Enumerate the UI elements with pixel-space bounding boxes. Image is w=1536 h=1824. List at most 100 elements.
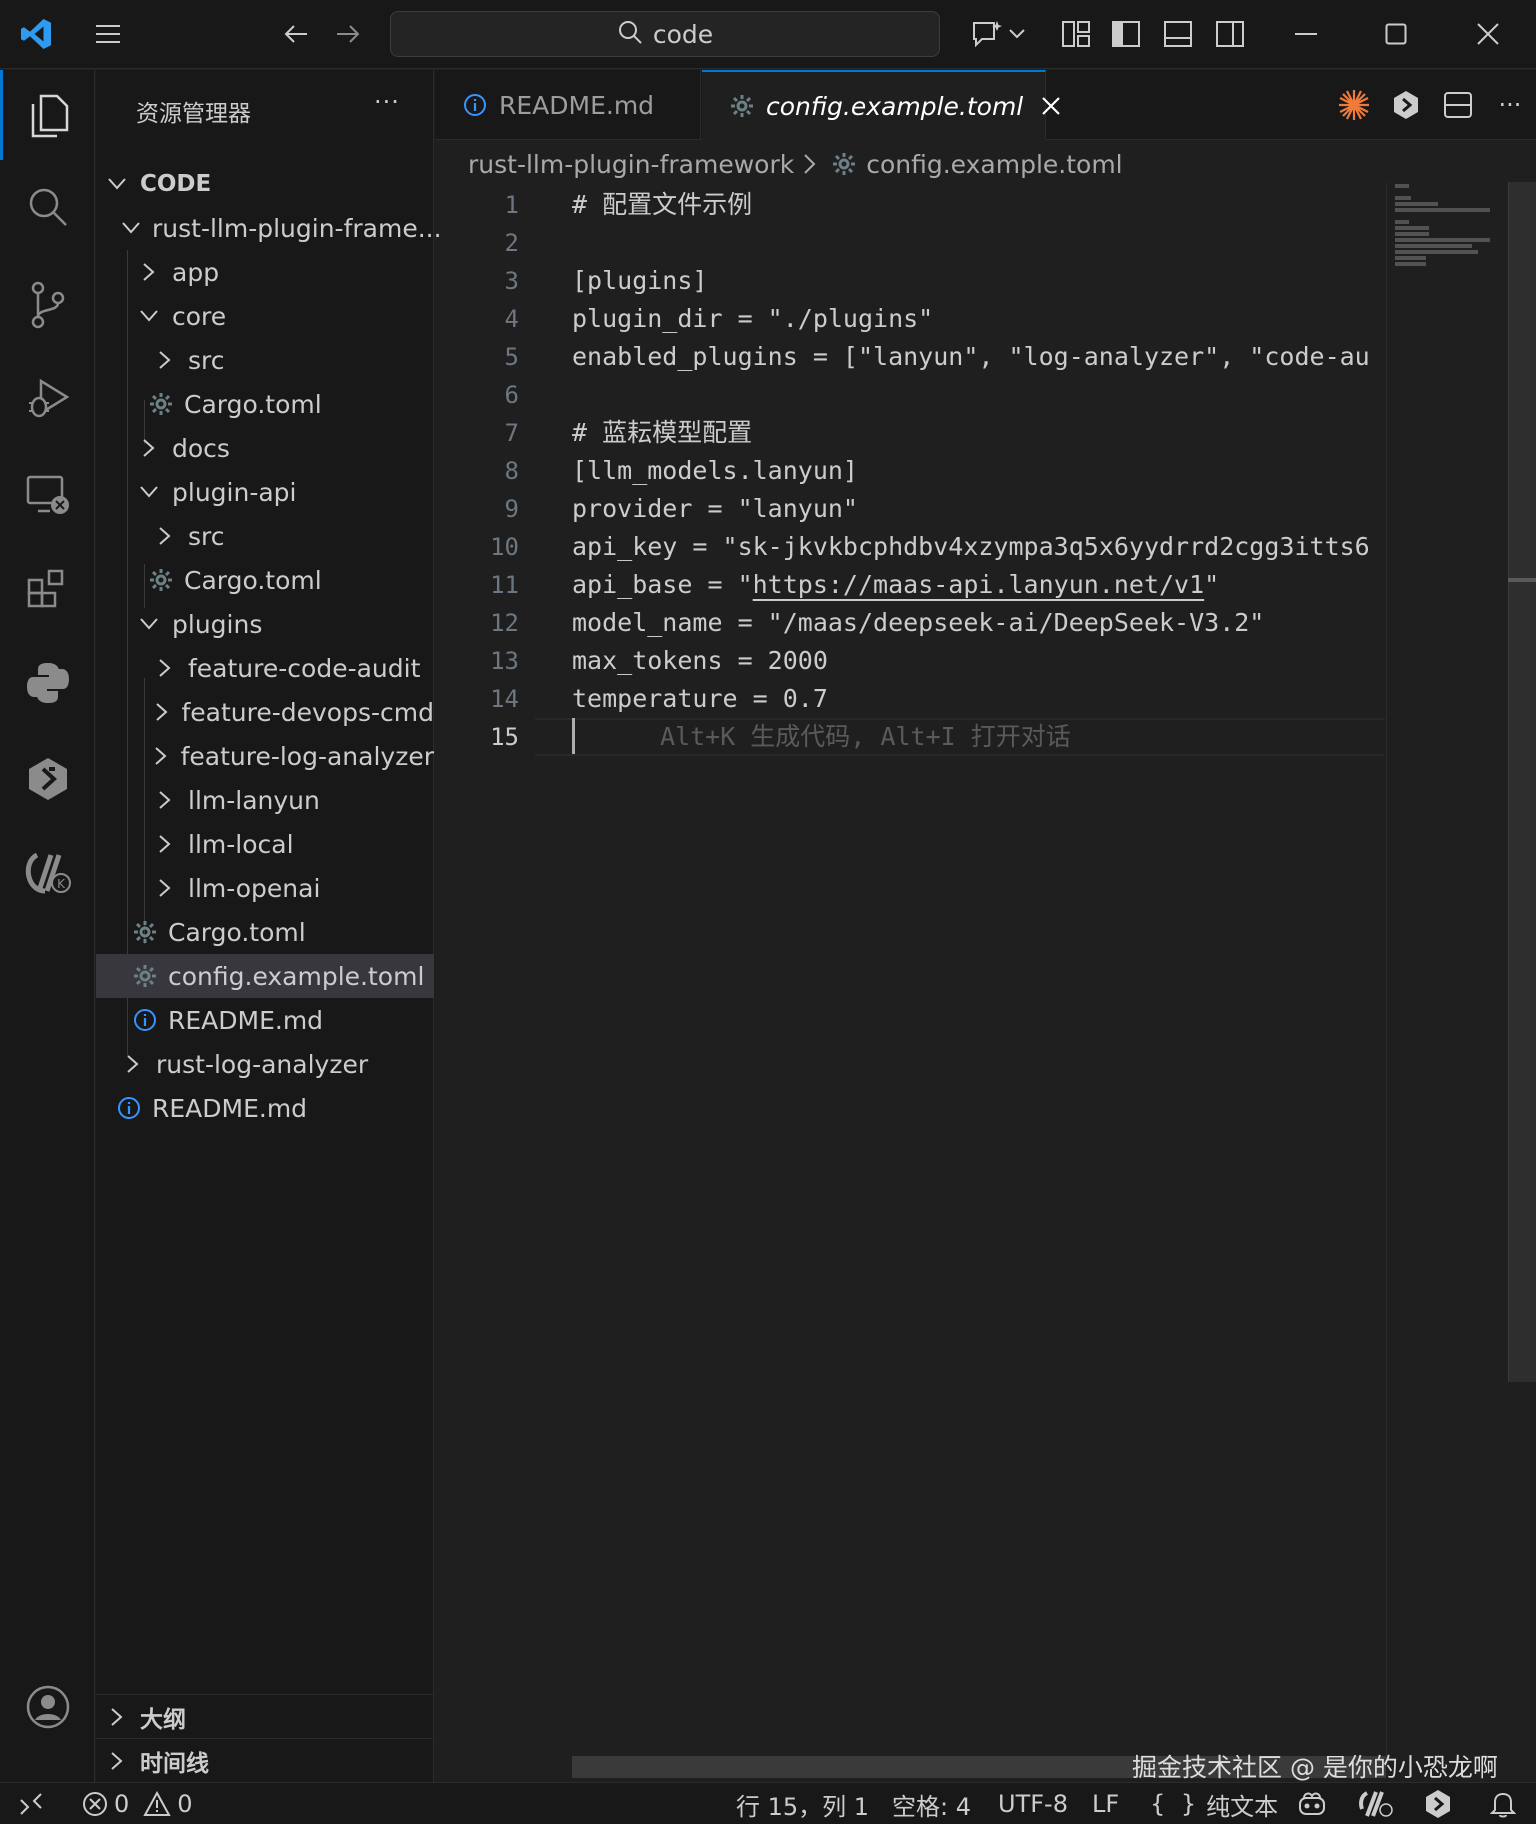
toml-gear-icon (148, 568, 174, 592)
tree-item-label: README.md (168, 1005, 324, 1035)
explorer-icon[interactable] (0, 70, 95, 160)
cursor-position[interactable]: 行 15，列 1 (736, 1783, 869, 1824)
tree-file[interactable]: config.example.toml (96, 954, 434, 998)
copilot-chat-icon[interactable] (964, 12, 1010, 56)
tree-file[interactable]: Cargo.toml (96, 910, 434, 954)
tree-item-label: src (188, 345, 225, 375)
more-actions-icon[interactable]: ··· (374, 88, 400, 116)
line-number: 3 (504, 267, 519, 295)
minimap-line (1395, 250, 1478, 254)
code-editor[interactable]: # 配置文件示例 [plugins] plugin_dir = "./plugins… (572, 186, 1386, 756)
python-icon[interactable] (0, 638, 95, 728)
line-number: 1 (504, 191, 519, 219)
account-icon[interactable] (0, 1662, 95, 1752)
sidebar-title: 资源管理器 (136, 101, 251, 127)
remote-explorer-icon[interactable] (0, 450, 95, 540)
workspace-root[interactable]: CODE (96, 162, 434, 206)
vertical-scrollbar[interactable] (1508, 182, 1536, 1382)
tree-folder[interactable]: llm-local (96, 822, 434, 866)
close-tab-icon[interactable] (1041, 96, 1061, 116)
tree-folder[interactable]: src (96, 514, 434, 558)
chevron-down-icon[interactable] (1006, 14, 1028, 54)
tree-item-label: docs (172, 433, 230, 463)
minimize-icon[interactable] (1284, 14, 1328, 54)
customize-layout-icon[interactable] (1054, 14, 1098, 54)
tree-file[interactable]: README.md (96, 998, 434, 1042)
tree-folder[interactable]: feature-code-audit (96, 646, 434, 690)
tree-folder[interactable]: rust-log-analyzer (96, 1042, 434, 1086)
tree-item-label: feature-devops-cmd (181, 697, 434, 727)
kilo-code-icon[interactable]: K (0, 828, 95, 918)
tree-folder[interactable]: llm-openai (96, 866, 434, 910)
more-actions-icon[interactable]: ··· (1484, 70, 1536, 140)
tree-folder[interactable]: feature-devops-cmd (96, 690, 434, 734)
code-line: api_base = "https://maas-api.lanyun.net/… (572, 570, 1220, 599)
notifications-bell-icon[interactable] (1490, 1783, 1516, 1824)
tree-folder[interactable]: core (96, 294, 434, 338)
breadcrumb-file[interactable]: config.example.toml (866, 150, 1122, 179)
code-line: [llm_models.lanyun] (572, 456, 858, 485)
error-count: 0 (114, 1790, 130, 1818)
line-number: 14 (490, 685, 519, 713)
tree-file[interactable]: Cargo.toml (96, 382, 434, 426)
tree-folder[interactable]: llm-lanyun (96, 778, 434, 822)
kilo-code-icon[interactable] (1358, 1783, 1394, 1824)
outline-section[interactable]: 大纲 (96, 1694, 434, 1738)
maximize-icon[interactable] (1374, 14, 1418, 54)
toggle-secondary-sidebar-icon[interactable] (1208, 14, 1252, 54)
tree-folder[interactable]: app (96, 250, 434, 294)
copilot-status-icon[interactable] (1296, 1783, 1328, 1824)
chevron-right-icon (154, 747, 169, 765)
workspace-root-label: CODE (140, 171, 212, 197)
minimap-line (1395, 184, 1410, 188)
toml-gear-icon (730, 94, 754, 118)
command-center-search[interactable]: code (390, 11, 940, 57)
extensions-icon[interactable] (0, 544, 95, 634)
editor-actions: ··· (1328, 70, 1536, 140)
timeline-section[interactable]: 时间线 (96, 1738, 434, 1782)
tree-item-label: plugin-api (172, 477, 297, 507)
run-debug-icon[interactable] (0, 354, 95, 444)
breadcrumb-folder[interactable]: rust-llm-plugin-framework (468, 150, 794, 179)
remote-indicator-icon[interactable] (18, 1783, 44, 1824)
language-mode[interactable]: { } 纯文本 (1150, 1783, 1278, 1824)
end-of-line[interactable]: LF (1092, 1783, 1119, 1824)
url-link[interactable]: https://maas-api.lanyun.net/v1 (753, 570, 1205, 599)
chevron-right-icon (154, 703, 169, 721)
toggle-panel-icon[interactable] (1156, 14, 1200, 54)
tree-folder[interactable]: docs (96, 426, 434, 470)
line-number: 13 (490, 647, 519, 675)
toggle-primary-sidebar-icon[interactable] (1104, 14, 1148, 54)
tree-file[interactable]: README.md (96, 1086, 434, 1130)
close-icon[interactable] (1466, 14, 1510, 54)
forward-arrow-icon[interactable] (326, 14, 370, 54)
tree-item-label: feature-log-analyzer (180, 741, 434, 771)
tree-folder[interactable]: rust-llm-plugin-frame... (96, 206, 442, 250)
code-line: api_key = "sk-jkvkbcphdbv4xzympa3q5x6yyd… (572, 532, 1370, 561)
tab-config-example[interactable]: config.example.toml (702, 70, 1061, 140)
tree-folder[interactable]: feature-log-analyzer (96, 734, 434, 778)
tree-file[interactable]: Cargo.toml (96, 558, 434, 602)
spark-icon[interactable] (1328, 70, 1380, 140)
gitkraken-icon[interactable] (1424, 1783, 1452, 1824)
tree-folder[interactable]: plugins (96, 602, 434, 646)
tree-folder[interactable]: plugin-api (96, 470, 434, 514)
tab-readme[interactable]: README.md (435, 70, 701, 140)
problems-indicator[interactable]: 0 0 (82, 1783, 193, 1824)
chevron-right-icon (122, 1055, 144, 1073)
indentation[interactable]: 空格: 4 (892, 1783, 971, 1824)
back-arrow-icon[interactable] (274, 14, 318, 54)
gitkraken-icon[interactable] (1380, 70, 1432, 140)
encoding[interactable]: UTF-8 (998, 1783, 1068, 1824)
search-icon[interactable] (0, 162, 95, 252)
split-editor-icon[interactable] (1432, 70, 1484, 140)
tree-folder[interactable]: src (96, 338, 434, 382)
menu-icon[interactable] (86, 14, 130, 54)
source-control-icon[interactable] (0, 260, 95, 350)
chevron-down-icon (138, 310, 160, 322)
code-line: provider = "lanyun" (572, 494, 858, 523)
minimap[interactable] (1386, 182, 1508, 1762)
gitkraken-icon[interactable] (0, 734, 95, 824)
